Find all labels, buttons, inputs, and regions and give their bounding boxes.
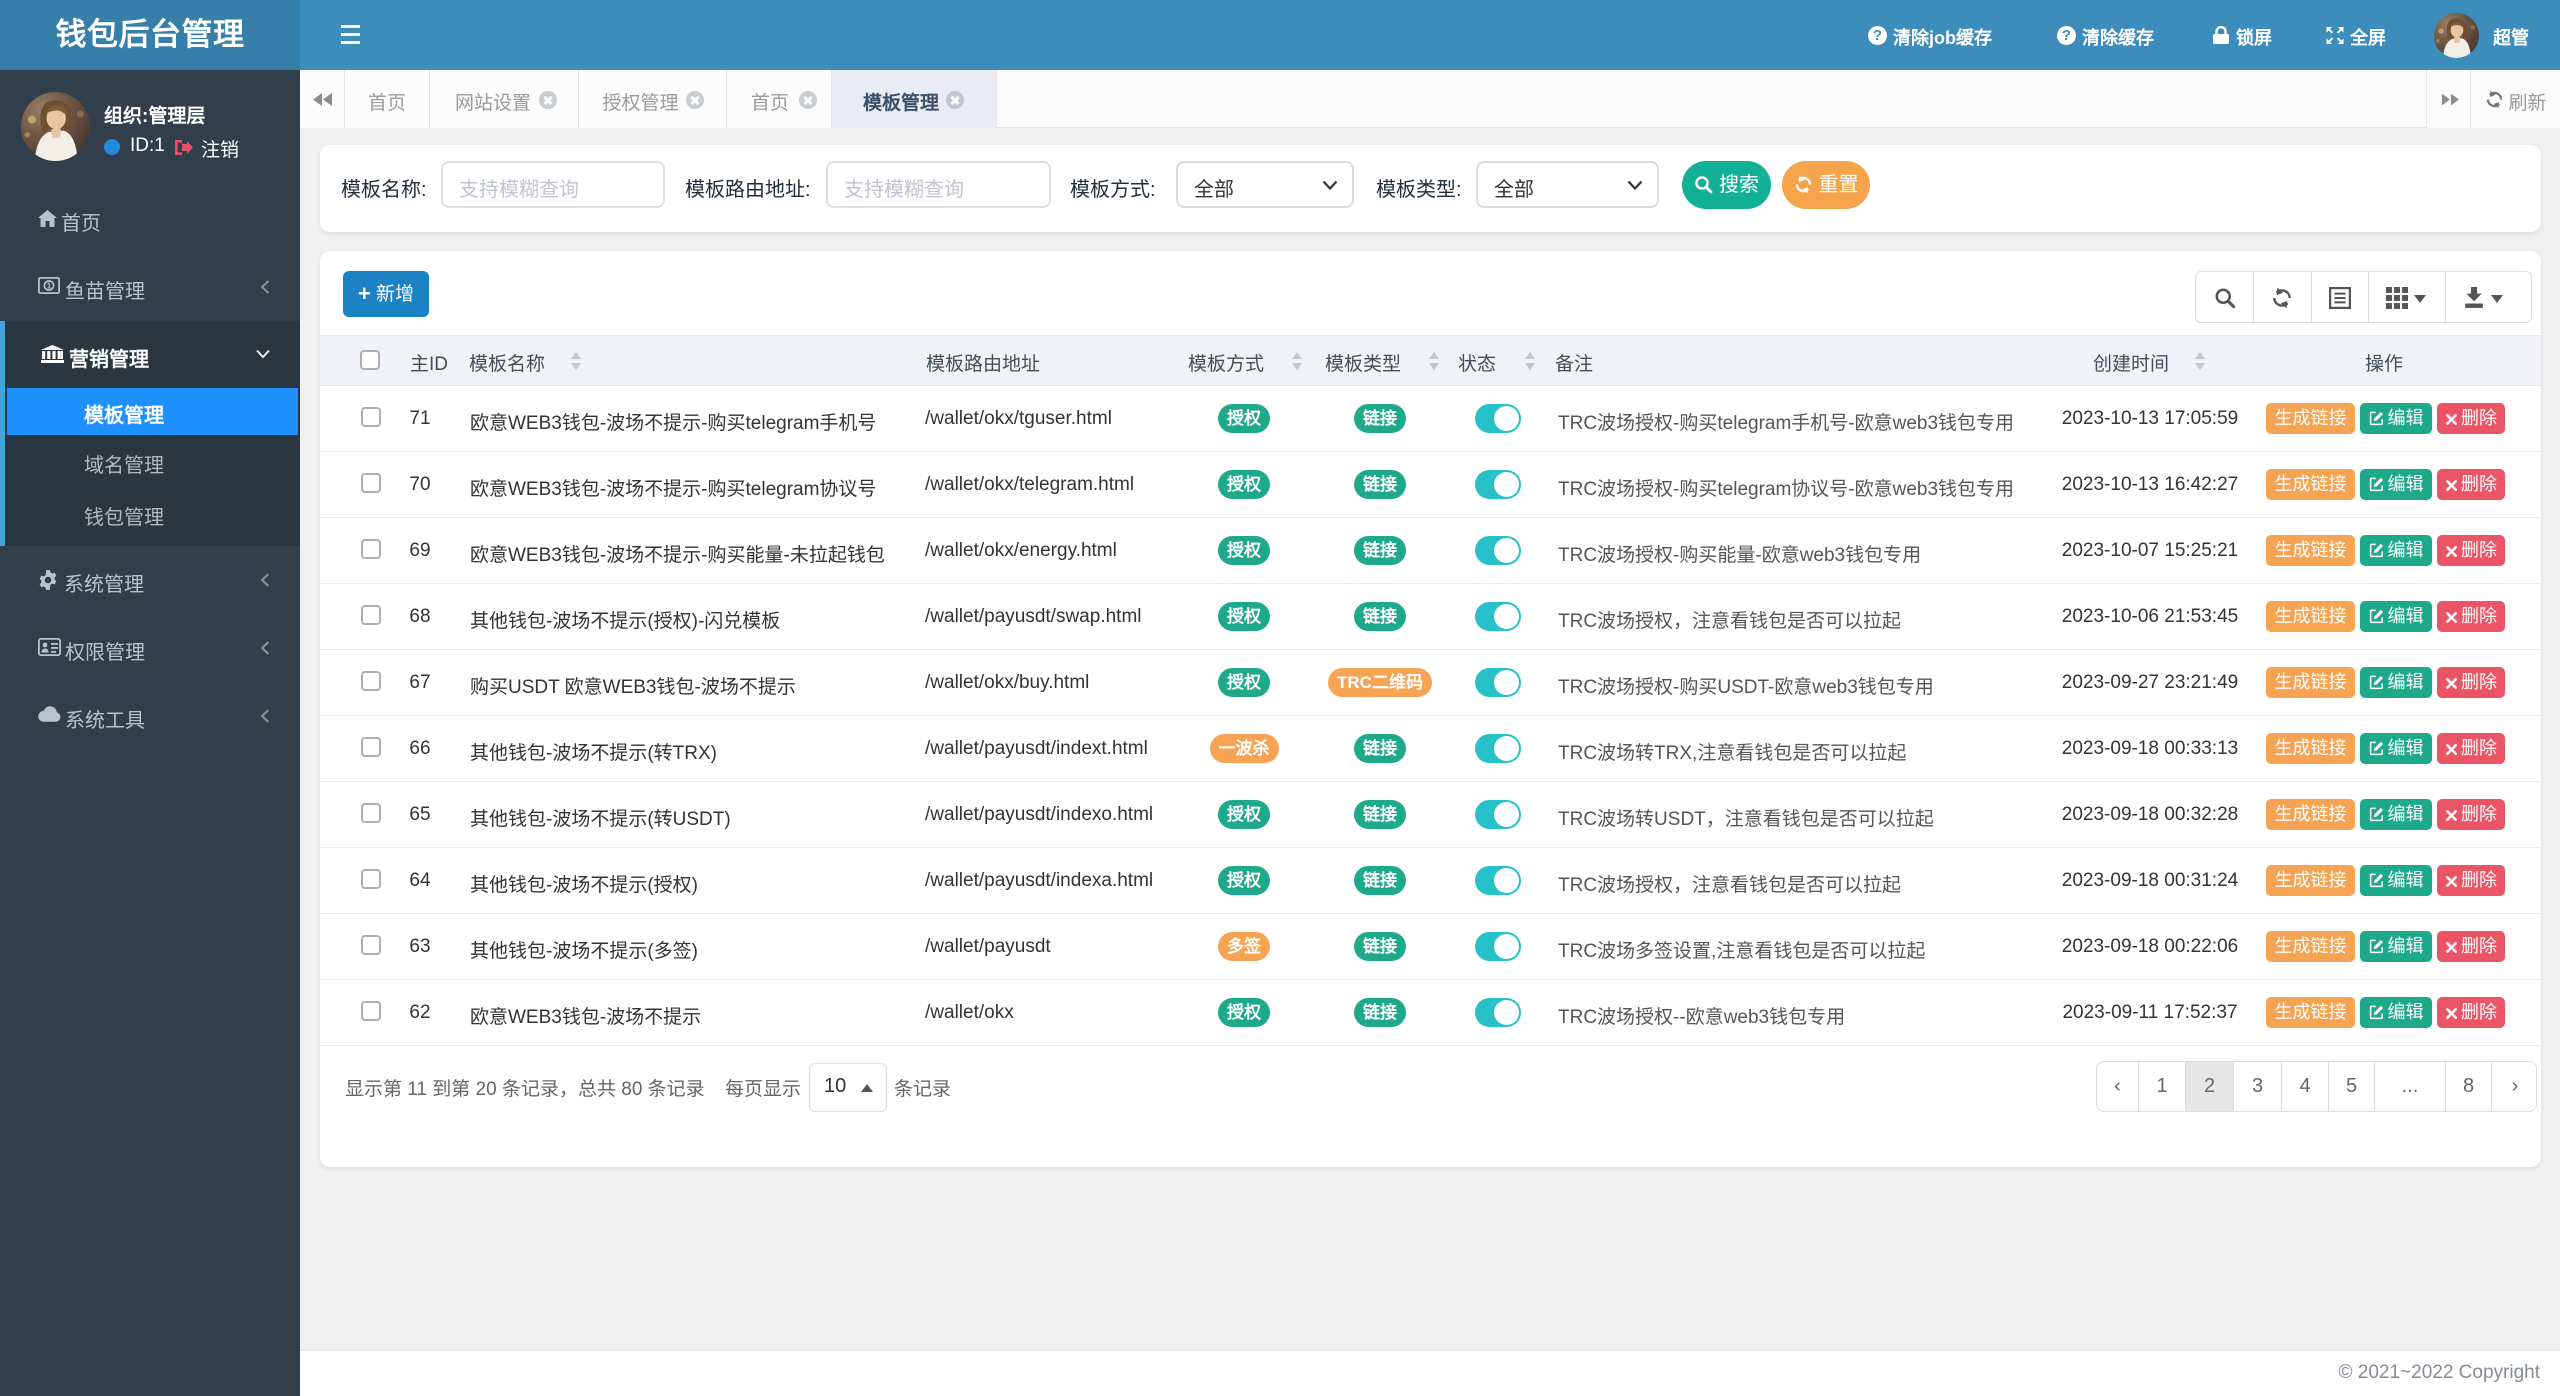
- svg-text:1: 1: [47, 281, 52, 290]
